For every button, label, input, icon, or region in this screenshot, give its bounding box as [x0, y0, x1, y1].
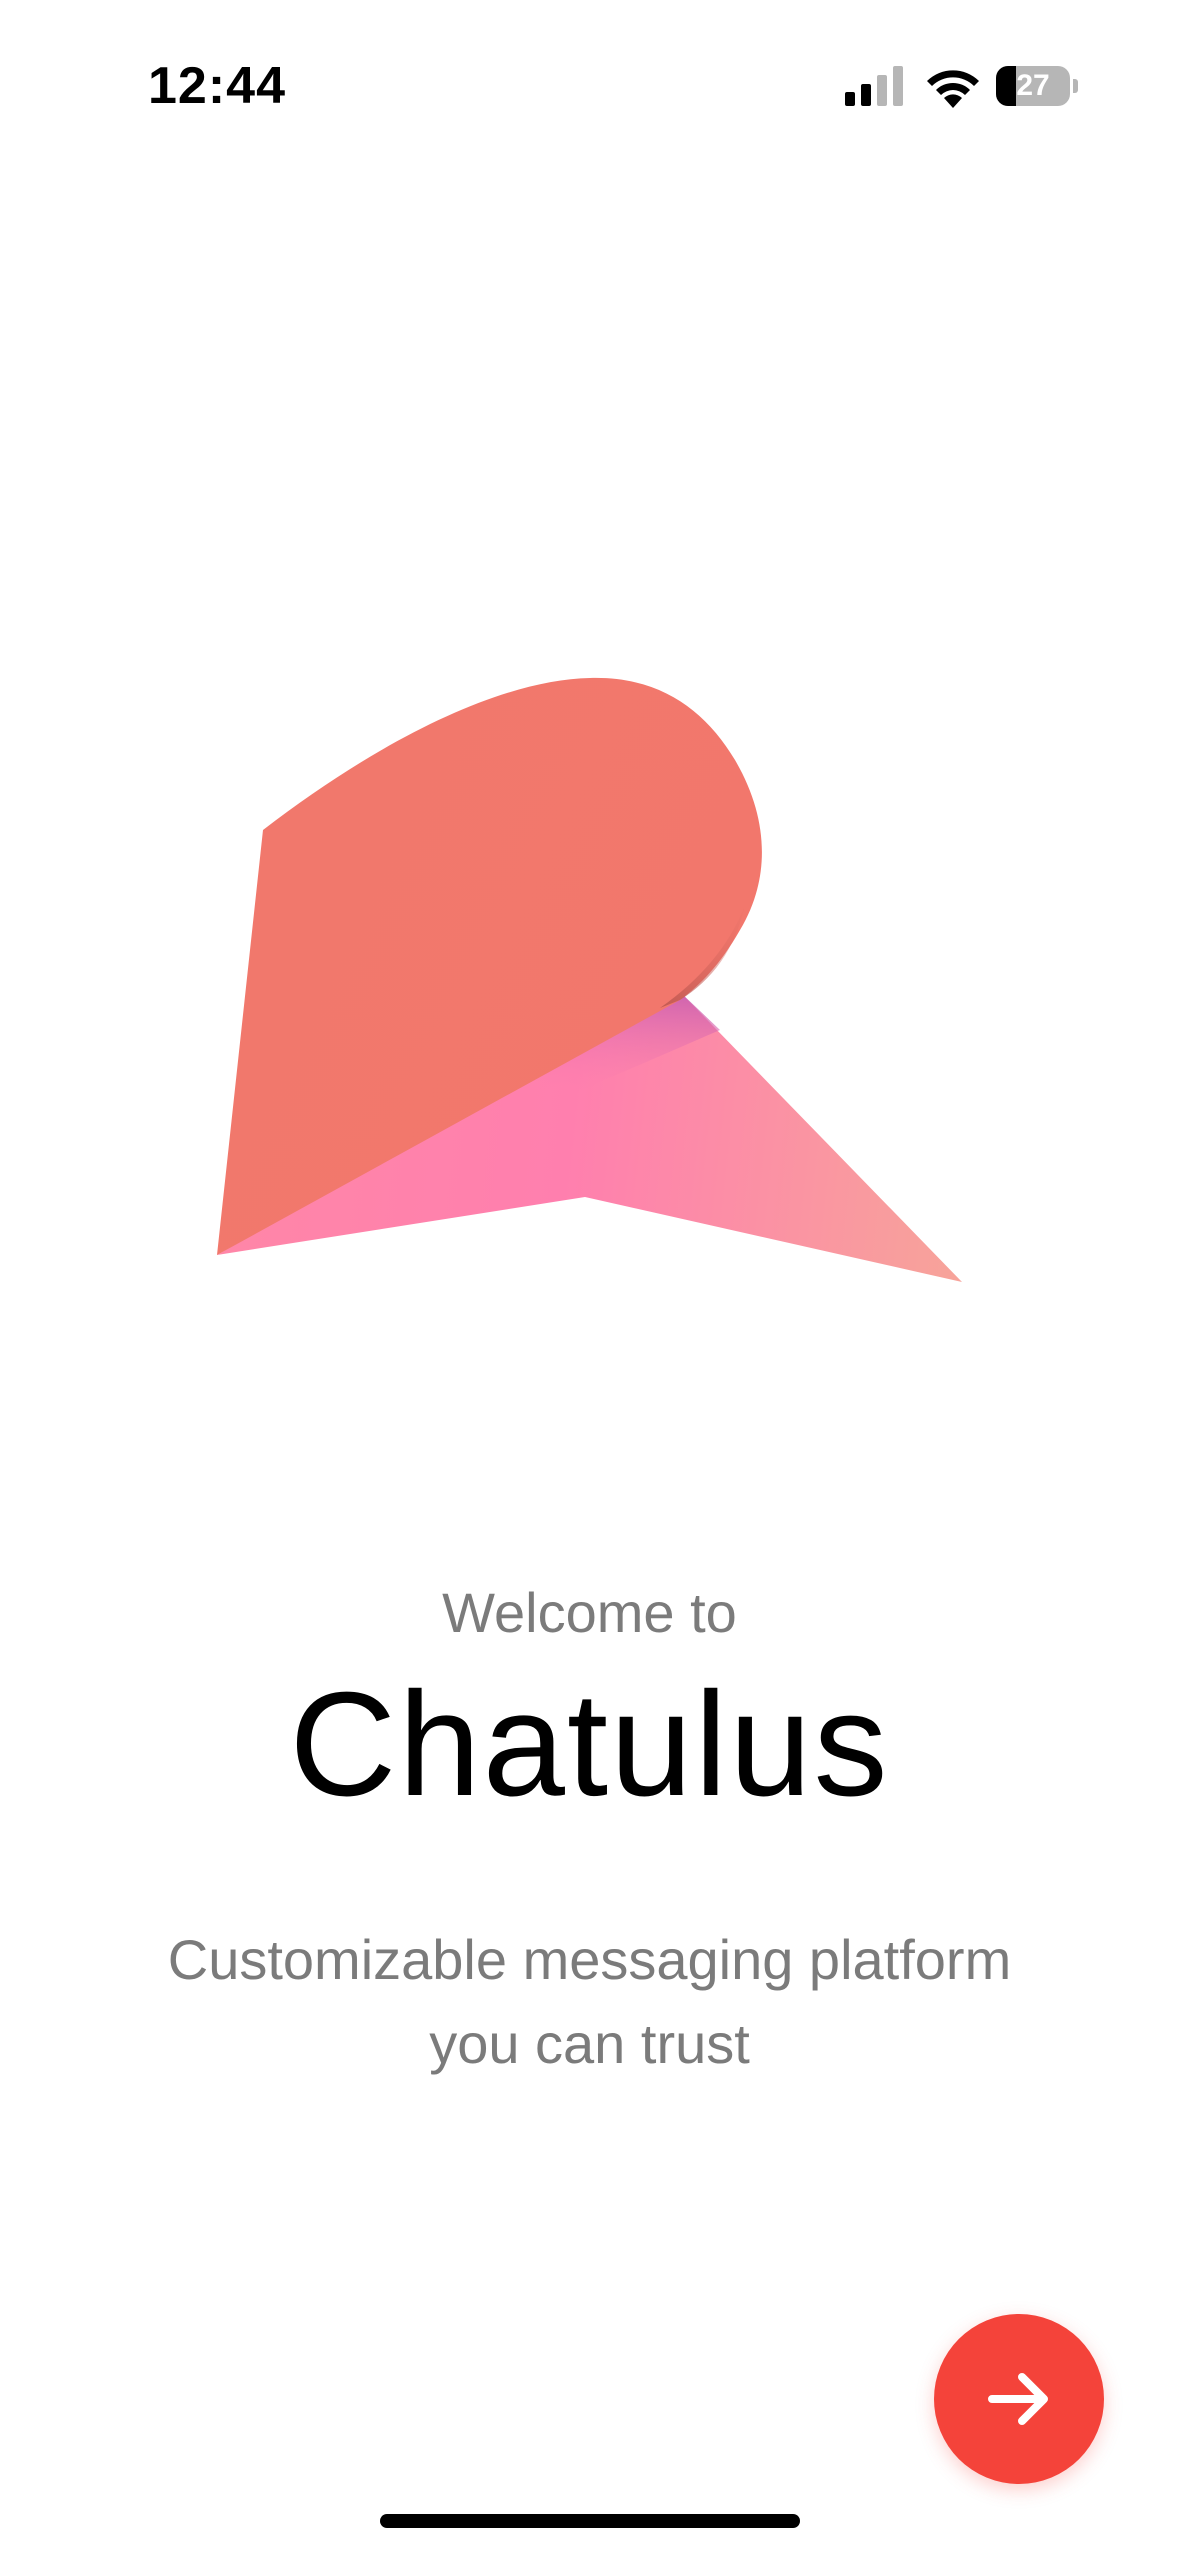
arrow-right-icon	[988, 2373, 1048, 2425]
next-button[interactable]	[934, 2314, 1104, 2484]
app-name-title: Chatulus	[289, 1662, 890, 1827]
status-bar: 12:44 27	[0, 0, 1179, 160]
battery-tip	[1073, 79, 1078, 93]
battery-level: 27	[1016, 69, 1050, 102]
wifi-icon	[927, 70, 979, 108]
battery-body: 27	[996, 66, 1070, 106]
battery-icon: 27	[996, 66, 1078, 106]
tagline: Customizable messaging platform you can …	[100, 1918, 1079, 2086]
cellular-signal-icon	[845, 66, 903, 106]
status-time: 12:44	[148, 57, 286, 115]
tagline-line-2: you can trust	[429, 2012, 750, 2075]
tagline-line-1: Customizable messaging platform	[167, 1928, 1012, 1991]
welcome-intro: Welcome to	[442, 1581, 737, 1644]
home-indicator[interactable]	[380, 2514, 800, 2528]
chatulus-logo	[217, 677, 962, 1282]
